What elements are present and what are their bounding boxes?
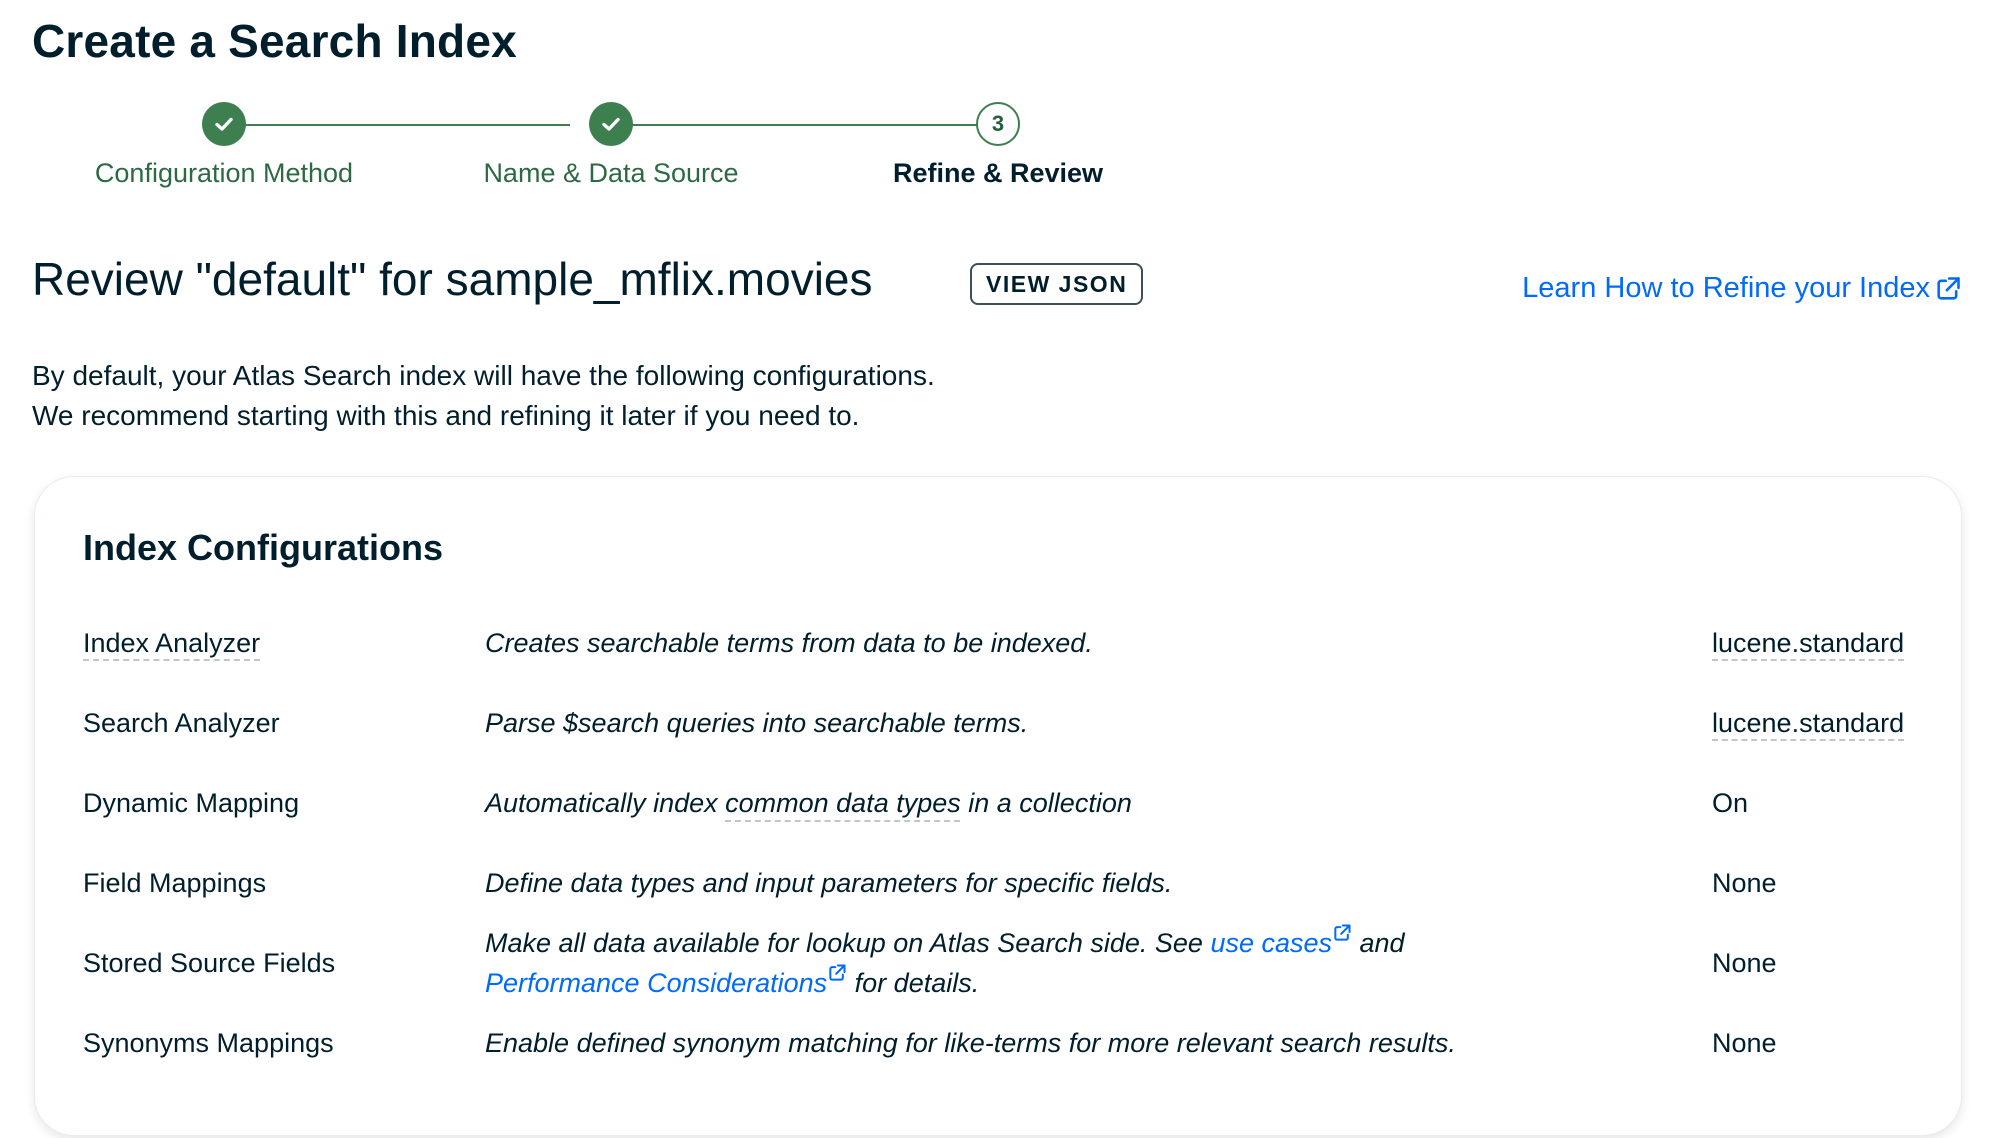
config-row-stored-source-fields: Stored Source Fields Make all data avail… <box>35 923 1961 1003</box>
config-row-index-analyzer: Index Analyzer Creates searchable terms … <box>35 603 1961 683</box>
step-2-label[interactable]: Name & Data Source <box>483 158 738 189</box>
config-value[interactable]: lucene.standard <box>1712 628 1904 659</box>
config-description: Automatically index common data types in… <box>485 783 1485 823</box>
config-name[interactable]: Index Analyzer <box>83 628 260 659</box>
index-configurations-card: Index Configurations Index Analyzer Crea… <box>34 476 1962 1136</box>
step-3-number: 3 <box>991 111 1005 136</box>
description-text: in a collection <box>960 788 1132 818</box>
step-1-label[interactable]: Configuration Method <box>95 158 353 189</box>
learn-link-label: Learn How to Refine your Index <box>1522 272 1930 304</box>
view-json-button[interactable]: VIEW JSON <box>970 263 1144 305</box>
external-link-icon <box>1334 924 1351 941</box>
page-title: Create a Search Index <box>32 15 517 67</box>
step-2-complete[interactable] <box>589 102 633 146</box>
performance-considerations-link[interactable]: Performance Considerations <box>485 964 847 998</box>
review-title: Review "default" for sample_mflix.movies <box>32 253 873 305</box>
common-data-types-term[interactable]: common data types <box>725 788 961 818</box>
config-value: None <box>1712 1027 1777 1058</box>
config-value[interactable]: lucene.standard <box>1712 708 1904 739</box>
config-value: On <box>1712 787 1749 818</box>
progress-stepper: Configuration Method Name & Data Source … <box>0 100 1200 200</box>
config-value: None <box>1712 947 1777 978</box>
step-connector <box>243 124 570 126</box>
config-description: Creates searchable terms from data to be… <box>485 628 1093 658</box>
use-cases-link[interactable]: use cases <box>1210 924 1352 958</box>
config-description: Make all data available for lookup on At… <box>485 923 1485 1003</box>
intro-text: By default, your Atlas Search index will… <box>32 356 935 436</box>
description-text: for details. <box>847 968 980 998</box>
description-text: Make all data available for lookup on At… <box>485 928 1211 958</box>
external-link-icon <box>829 964 846 981</box>
config-description: Parse $search queries into searchable te… <box>485 708 1029 738</box>
check-icon <box>602 117 620 131</box>
card-title: Index Configurations <box>83 527 443 568</box>
config-name: Synonyms Mappings <box>83 1027 334 1058</box>
intro-line-1: By default, your Atlas Search index will… <box>32 360 935 391</box>
config-value: None <box>1712 867 1777 898</box>
step-1-complete[interactable] <box>202 102 246 146</box>
config-description: Enable defined synonym matching for like… <box>485 1028 1456 1058</box>
config-row-dynamic-mapping: Dynamic Mapping Automatically index comm… <box>35 763 1961 843</box>
learn-refine-index-link[interactable]: Learn How to Refine your Index <box>1522 272 1962 305</box>
description-text: Automatically index <box>485 788 726 818</box>
config-row-search-analyzer: Search Analyzer Parse $search queries in… <box>35 683 1961 763</box>
step-3-label: Refine & Review <box>892 158 1104 188</box>
config-description: Define data types and input parameters f… <box>485 868 1173 898</box>
description-text: and <box>1352 928 1405 958</box>
config-name: Field Mappings <box>83 867 267 898</box>
config-name: Dynamic Mapping <box>83 787 300 818</box>
external-link-icon <box>1937 276 1960 300</box>
config-row-synonyms-mappings: Synonyms Mappings Enable defined synonym… <box>35 1003 1961 1083</box>
check-icon <box>215 117 233 131</box>
intro-line-2: We recommend starting with this and refi… <box>32 400 860 431</box>
link-label: use cases <box>1210 928 1333 958</box>
step-3-current: 3 <box>976 102 1020 146</box>
step-connector <box>630 124 980 126</box>
link-label: Performance Considerations <box>485 968 828 998</box>
config-row-field-mappings: Field Mappings Define data types and inp… <box>35 843 1961 923</box>
config-name: Stored Source Fields <box>83 947 336 978</box>
config-name: Search Analyzer <box>83 707 280 738</box>
